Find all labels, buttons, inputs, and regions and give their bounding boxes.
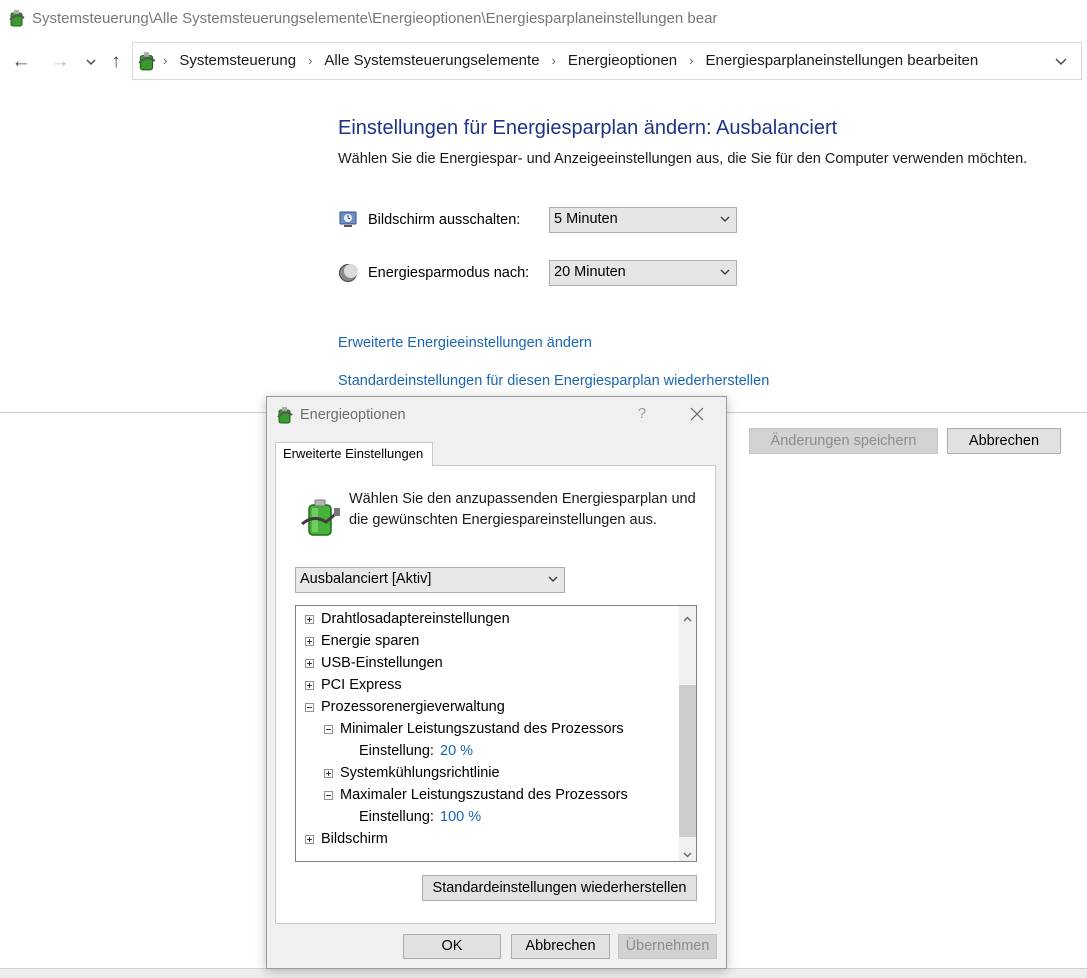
tree-item-pci-express[interactable]: PCI Express bbox=[296, 675, 676, 695]
window-title-bar: Systemsteuerung\Alle Systemsteuerungsele… bbox=[0, 0, 1087, 38]
scrollbar[interactable] bbox=[679, 606, 696, 861]
chevron-right-icon: › bbox=[163, 53, 168, 68]
collapse-icon[interactable] bbox=[324, 725, 333, 734]
monitor-icon bbox=[338, 209, 358, 229]
scroll-down-icon[interactable] bbox=[683, 846, 692, 858]
breadcrumb-item[interactable]: Systemsteuerung bbox=[179, 52, 296, 69]
tree-item-processor[interactable]: Prozessorenergieverwaltung bbox=[296, 697, 676, 717]
power-options-icon bbox=[7, 8, 27, 33]
settings-tree[interactable]: Drahtlosadaptereinstellungen Energie spa… bbox=[295, 605, 697, 862]
page-title: Einstellungen für Energiesparplan ändern… bbox=[338, 117, 838, 139]
control-panel-icon bbox=[136, 50, 158, 77]
window-title: Systemsteuerung\Alle Systemsteuerungsele… bbox=[32, 10, 718, 27]
power-plan-select[interactable]: Ausbalanciert [Aktiv] bbox=[295, 567, 565, 593]
tree-item-label: Prozessorenergieverwaltung bbox=[321, 699, 505, 715]
moon-icon bbox=[338, 263, 358, 283]
chevron-right-icon: › bbox=[689, 53, 694, 68]
expand-icon[interactable] bbox=[305, 637, 314, 646]
expand-icon[interactable] bbox=[324, 769, 333, 778]
tree-item-label: Maximaler Leistungszustand des Prozessor… bbox=[340, 787, 628, 803]
battery-icon bbox=[300, 496, 342, 543]
close-button[interactable] bbox=[687, 404, 707, 424]
sleep-select[interactable]: 20 Minuten bbox=[549, 260, 737, 286]
tree-item-cooling[interactable]: Systemkühlungsrichtlinie bbox=[296, 763, 676, 783]
collapse-icon[interactable] bbox=[305, 703, 314, 712]
help-button[interactable]: ? bbox=[635, 405, 649, 422]
tab-advanced-settings[interactable]: Erweiterte Einstellungen bbox=[275, 442, 433, 466]
scroll-up-icon[interactable] bbox=[683, 611, 692, 622]
power-plan-value: Ausbalanciert [Aktiv] bbox=[300, 571, 432, 587]
tree-item-label: Drahtlosadaptereinstellungen bbox=[321, 611, 510, 627]
ok-button[interactable]: OK bbox=[403, 934, 501, 959]
setting-label: Einstellung: bbox=[359, 743, 434, 759]
tree-item-sleep[interactable]: Energie sparen bbox=[296, 631, 676, 651]
tree-item-max-setting: Einstellung: 100 % bbox=[296, 807, 676, 827]
breadcrumb-item[interactable]: Energieoptionen bbox=[568, 52, 677, 69]
chevron-down-icon bbox=[1055, 58, 1067, 65]
chevron-down-icon bbox=[719, 266, 731, 282]
dialog-title: Energieoptionen bbox=[300, 407, 406, 423]
close-icon bbox=[690, 407, 704, 421]
tree-item-max-state[interactable]: Maximaler Leistungszustand des Prozessor… bbox=[296, 785, 676, 805]
recent-locations-button[interactable] bbox=[80, 50, 102, 74]
chevron-down-icon bbox=[86, 55, 96, 69]
expand-icon[interactable] bbox=[305, 615, 314, 624]
forward-button[interactable]: → bbox=[49, 50, 71, 74]
restore-defaults-link[interactable]: Standardeinstellungen für diesen Energie… bbox=[338, 373, 769, 389]
breadcrumb: › Systemsteuerung › Alle Systemsteuerung… bbox=[163, 52, 978, 69]
display-off-value: 5 Minuten bbox=[554, 211, 618, 227]
power-options-dialog: Energieoptionen ? Erweiterte Einstellung… bbox=[266, 396, 727, 969]
setting-value[interactable]: 20 % bbox=[440, 741, 473, 761]
chevron-down-icon bbox=[547, 573, 559, 589]
cancel-button[interactable]: Abbrechen bbox=[947, 428, 1061, 454]
arrow-right-icon: → bbox=[50, 51, 70, 72]
address-bar[interactable]: › Systemsteuerung › Alle Systemsteuerung… bbox=[132, 42, 1082, 80]
tree-item-label: Bildschirm bbox=[321, 831, 388, 847]
setting-label: Einstellung: bbox=[359, 809, 434, 825]
tab-panel: Wählen Sie den anzupassenden Energiespar… bbox=[275, 465, 716, 924]
apply-button[interactable]: Übernehmen bbox=[618, 934, 717, 959]
back-button[interactable]: ← bbox=[10, 50, 32, 74]
chevron-right-icon: › bbox=[551, 53, 556, 68]
collapse-icon[interactable] bbox=[324, 791, 333, 800]
power-options-icon bbox=[275, 405, 295, 430]
tree-item-label: Energie sparen bbox=[321, 633, 420, 649]
setting-value[interactable]: 100 % bbox=[440, 807, 481, 827]
up-button[interactable]: ↑ bbox=[105, 50, 127, 74]
display-off-label: Bildschirm ausschalten: bbox=[368, 212, 521, 228]
display-off-select[interactable]: 5 Minuten bbox=[549, 207, 737, 233]
expand-icon[interactable] bbox=[305, 681, 314, 690]
page-subtitle: Wählen Sie die Energiespar- und Anzeigee… bbox=[338, 151, 1028, 167]
arrow-up-icon: ↑ bbox=[111, 51, 121, 72]
tree-item-min-setting: Einstellung: 20 % bbox=[296, 741, 676, 761]
chevron-down-icon bbox=[719, 213, 731, 229]
scrollbar-thumb[interactable] bbox=[679, 685, 696, 837]
tree-item-label: USB-Einstellungen bbox=[321, 655, 443, 671]
tree-item-label: Minimaler Leistungszustand des Prozessor… bbox=[340, 721, 624, 737]
expand-icon[interactable] bbox=[305, 659, 314, 668]
tree-item-usb[interactable]: USB-Einstellungen bbox=[296, 653, 676, 673]
dialog-instructions: Wählen Sie den anzupassenden Energiespar… bbox=[349, 491, 696, 528]
advanced-settings-link[interactable]: Erweiterte Energieeinstellungen ändern bbox=[338, 335, 592, 351]
breadcrumb-item[interactable]: Alle Systemsteuerungselemente bbox=[324, 52, 539, 69]
sleep-value: 20 Minuten bbox=[554, 264, 626, 280]
chevron-right-icon: › bbox=[308, 53, 313, 68]
sleep-label: Energiesparmodus nach: bbox=[368, 265, 530, 281]
tree-item-label: Systemkühlungsrichtlinie bbox=[340, 765, 500, 781]
dialog-cancel-button[interactable]: Abbrechen bbox=[511, 934, 610, 959]
save-changes-button[interactable]: Änderungen speichern bbox=[749, 428, 938, 454]
tree-item-label: PCI Express bbox=[321, 677, 402, 693]
tree-item-wireless[interactable]: Drahtlosadaptereinstellungen bbox=[296, 609, 676, 629]
breadcrumb-item[interactable]: Energiesparplaneinstellungen bearbeiten bbox=[706, 52, 979, 69]
tree-item-display[interactable]: Bildschirm bbox=[296, 829, 676, 849]
arrow-left-icon: ← bbox=[11, 51, 31, 72]
expand-icon[interactable] bbox=[305, 835, 314, 844]
tree-item-min-state[interactable]: Minimaler Leistungszustand des Prozessor… bbox=[296, 719, 676, 739]
address-dropdown-button[interactable] bbox=[1051, 50, 1071, 72]
restore-defaults-button[interactable]: Standardeinstellungen wiederherstellen bbox=[422, 875, 697, 901]
